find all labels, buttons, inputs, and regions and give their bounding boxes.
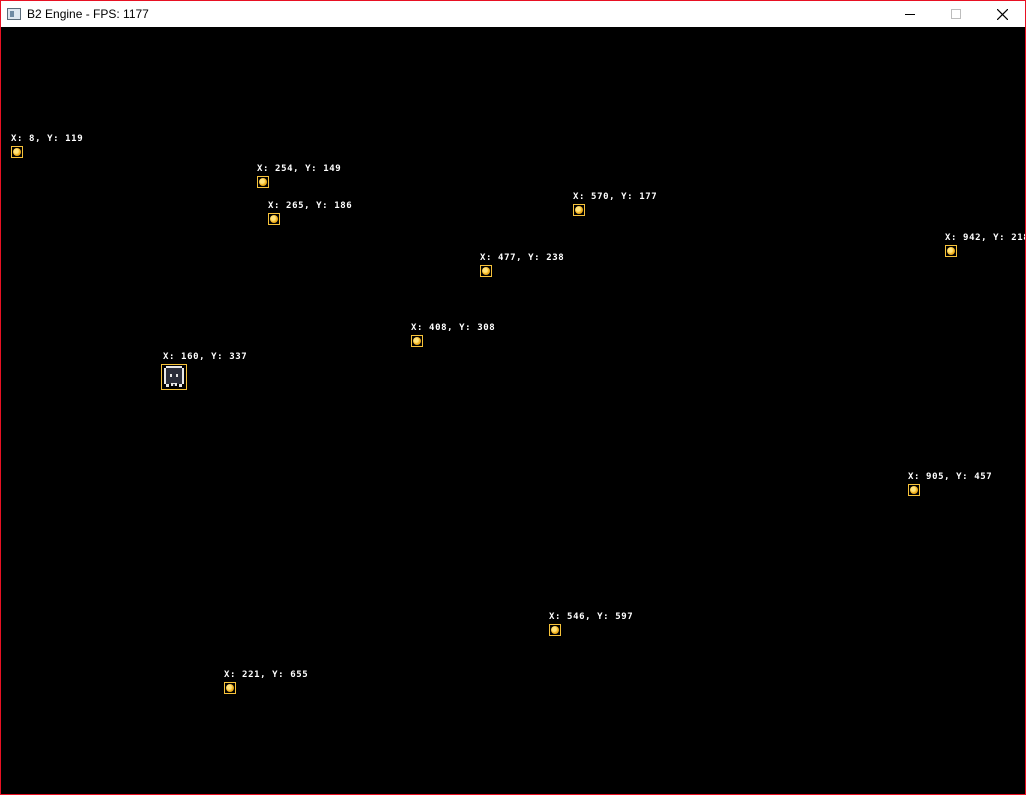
app-icon	[7, 8, 21, 20]
coin-coord-label: X: 254, Y: 149	[257, 164, 342, 174]
coin-coord-label: X: 905, Y: 457	[908, 472, 993, 482]
coin-coord-label: X: 8, Y: 119	[11, 134, 84, 144]
coin-icon	[908, 484, 920, 496]
close-button[interactable]	[979, 1, 1025, 27]
close-icon	[996, 8, 1008, 20]
coin-icon	[480, 265, 492, 277]
window-title: B2 Engine - FPS: 1177	[27, 7, 149, 21]
coin-coord-label: X: 477, Y: 238	[480, 253, 565, 263]
game-window: B2 Engine - FPS: 1177 X: 160, Y: 337 X: …	[0, 0, 1026, 795]
coin-coord-label: X: 221, Y: 655	[224, 670, 309, 680]
coin-coord-label: X: 408, Y: 308	[411, 323, 496, 333]
coin-icon	[411, 335, 423, 347]
maximize-button[interactable]	[933, 1, 979, 27]
game-canvas[interactable]: X: 160, Y: 337 X: 8, Y: 119 X: 254, Y: 1…	[1, 27, 1025, 794]
minimize-button[interactable]	[887, 1, 933, 27]
player-coord-label: X: 160, Y: 337	[163, 352, 248, 362]
maximize-icon	[951, 9, 961, 19]
coin-coord-label: X: 570, Y: 177	[573, 192, 658, 202]
coin-icon	[268, 213, 280, 225]
title-bar[interactable]: B2 Engine - FPS: 1177	[1, 1, 1025, 27]
minimize-icon	[905, 14, 915, 15]
window-controls	[887, 1, 1025, 27]
coin-icon	[573, 204, 585, 216]
player-sprite-icon	[164, 366, 184, 387]
coin-icon	[224, 682, 236, 694]
coin-coord-label: X: 546, Y: 597	[549, 612, 634, 622]
coin-coord-label: X: 942, Y: 218	[945, 233, 1026, 243]
coin-icon	[257, 176, 269, 188]
player-sprite	[161, 364, 187, 390]
coin-icon	[549, 624, 561, 636]
coin-coord-label: X: 265, Y: 186	[268, 201, 353, 211]
coin-icon	[945, 245, 957, 257]
coin-icon	[11, 146, 23, 158]
